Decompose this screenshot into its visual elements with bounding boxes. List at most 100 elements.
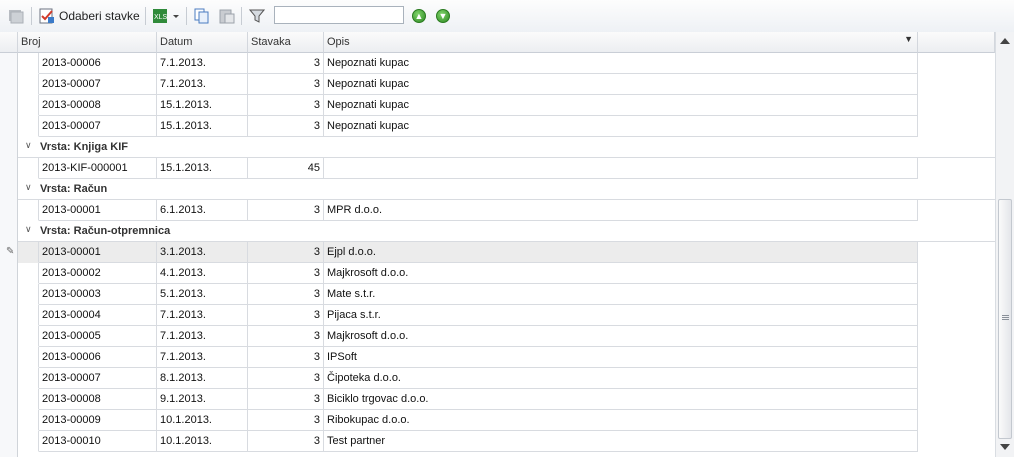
cell-broj[interactable]: 2013-00007 <box>39 74 157 95</box>
cell-opis[interactable]: IPSoft <box>324 347 918 368</box>
cell-stavaka[interactable]: 3 <box>248 368 324 389</box>
cell-datum[interactable]: 15.1.2013. <box>157 158 248 179</box>
cell-opis[interactable]: Biciklo trgovac d.o.o. <box>324 389 918 410</box>
dropdown-arrow-icon[interactable] <box>172 6 180 26</box>
cell-datum[interactable]: 7.1.2013. <box>157 74 248 95</box>
cell-datum[interactable]: 15.1.2013. <box>157 116 248 137</box>
cell-datum[interactable]: 7.1.2013. <box>157 347 248 368</box>
cell-datum[interactable]: 3.1.2013. <box>157 242 248 263</box>
cell-stavaka[interactable]: 3 <box>248 326 324 347</box>
column-header-datum[interactable]: Datum <box>157 32 248 53</box>
group-row[interactable]: ∨ Vrsta: Knjiga KIF <box>18 137 995 158</box>
cell-stavaka[interactable]: 3 <box>248 263 324 284</box>
cell-opis[interactable]: Mate s.t.r. <box>324 284 918 305</box>
cell-stavaka[interactable]: 3 <box>248 74 324 95</box>
cell-broj[interactable]: 2013-00007 <box>39 368 157 389</box>
collapse-chevron-icon[interactable]: ∨ <box>25 182 32 193</box>
move-down-icon[interactable]: ▼ <box>436 9 450 23</box>
cell-datum[interactable]: 7.1.2013. <box>157 53 248 74</box>
cell-stavaka[interactable]: 3 <box>248 410 324 431</box>
cell-datum[interactable]: 15.1.2013. <box>157 95 248 116</box>
group-row[interactable]: ∨ Vrsta: Račun <box>18 179 995 200</box>
cell-stavaka[interactable]: 3 <box>248 242 324 263</box>
cell-opis[interactable]: MPR d.o.o. <box>324 200 918 221</box>
table-row[interactable]: 2013-00008 15.1.2013. 3 Nepoznati kupac <box>0 95 918 116</box>
cell-broj[interactable]: 2013-00008 <box>39 95 157 116</box>
cell-stavaka[interactable]: 3 <box>248 95 324 116</box>
cell-broj[interactable]: 2013-00001 <box>39 242 157 263</box>
cell-opis[interactable]: Nepoznati kupac <box>324 74 918 95</box>
cell-opis[interactable]: Majkrosoft d.o.o. <box>324 326 918 347</box>
cell-opis[interactable]: Ribokupac d.o.o. <box>324 410 918 431</box>
cell-stavaka[interactable]: 3 <box>248 347 324 368</box>
collapse-chevron-icon[interactable]: ∨ <box>25 140 32 151</box>
table-row[interactable]: 2013-00007 15.1.2013. 3 Nepoznati kupac <box>0 116 918 137</box>
select-items-button[interactable]: Odaberi stavke <box>39 6 140 26</box>
cell-opis[interactable]: Čipoteka d.o.o. <box>324 368 918 389</box>
cell-broj[interactable]: 2013-00008 <box>39 389 157 410</box>
table-row[interactable]: 2013-00001 3.1.2013. 3 Ejpl d.o.o. <box>0 242 918 263</box>
cell-datum[interactable]: 9.1.2013. <box>157 389 248 410</box>
cell-broj[interactable]: 2013-00009 <box>39 410 157 431</box>
cell-datum[interactable]: 10.1.2013. <box>157 431 248 452</box>
scroll-up-icon[interactable] <box>1000 38 1010 44</box>
cell-opis[interactable]: Nepoznati kupac <box>324 95 918 116</box>
paste-icon[interactable] <box>219 6 235 26</box>
table-row[interactable]: 2013-00004 7.1.2013. 3 Pijaca s.t.r. <box>0 305 918 326</box>
scroll-down-icon[interactable] <box>1000 444 1010 450</box>
cell-stavaka[interactable]: 3 <box>248 200 324 221</box>
table-row[interactable]: 2013-00001 6.1.2013. 3 MPR d.o.o. <box>0 200 918 221</box>
cell-opis[interactable]: Majkrosoft d.o.o. <box>324 263 918 284</box>
cell-broj[interactable]: 2013-00004 <box>39 305 157 326</box>
group-row[interactable]: ∨ Vrsta: Račun-otpremnica <box>18 221 995 242</box>
cell-broj[interactable]: 2013-00006 <box>39 53 157 74</box>
cell-opis[interactable]: Pijaca s.t.r. <box>324 305 918 326</box>
table-row[interactable]: 2013-00010 10.1.2013. 3 Test partner <box>0 431 918 452</box>
row-indicator[interactable] <box>0 179 18 200</box>
column-header-broj[interactable]: Broj <box>18 32 157 53</box>
table-row[interactable]: 2013-00006 7.1.2013. 3 Nepoznati kupac <box>0 53 918 74</box>
cell-broj[interactable]: 2013-KIF-000001 <box>39 158 157 179</box>
column-header-opis[interactable]: Opis ▼ <box>324 32 918 53</box>
cell-broj[interactable]: 2013-00003 <box>39 284 157 305</box>
table-row[interactable]: 2013-00008 9.1.2013. 3 Biciklo trgovac d.o.… <box>0 389 918 410</box>
cell-broj[interactable]: 2013-00007 <box>39 116 157 137</box>
cell-stavaka[interactable]: 3 <box>248 389 324 410</box>
cell-broj[interactable]: 2013-00005 <box>39 326 157 347</box>
row-indicator[interactable] <box>0 137 18 158</box>
table-row[interactable]: 2013-00007 7.1.2013. 3 Nepoznati kupac <box>0 74 918 95</box>
cell-datum[interactable]: 5.1.2013. <box>157 284 248 305</box>
table-row[interactable]: 2013-KIF-000001 15.1.2013. 45 <box>0 158 918 179</box>
cell-broj[interactable]: 2013-00006 <box>39 347 157 368</box>
cell-stavaka[interactable]: 45 <box>248 158 324 179</box>
table-row[interactable]: 2013-00003 5.1.2013. 3 Mate s.t.r. <box>0 284 918 305</box>
cell-opis[interactable]: Nepoznati kupac <box>324 53 918 74</box>
row-indicator[interactable] <box>0 221 18 242</box>
table-row[interactable]: 2013-00002 4.1.2013. 3 Majkrosoft d.o.o. <box>0 263 918 284</box>
vertical-scrollbar[interactable] <box>995 32 1014 457</box>
cell-stavaka[interactable]: 3 <box>248 53 324 74</box>
table-row[interactable]: 2013-00007 8.1.2013. 3 Čipoteka d.o.o. <box>0 368 918 389</box>
filter-icon[interactable] <box>249 6 265 26</box>
cell-datum[interactable]: 7.1.2013. <box>157 305 248 326</box>
table-row[interactable]: 2013-00009 10.1.2013. 3 Ribokupac d.o.o. <box>0 410 918 431</box>
disabled-grid-icon[interactable] <box>8 6 24 26</box>
cell-opis[interactable]: Test partner <box>324 431 918 452</box>
cell-datum[interactable]: 10.1.2013. <box>157 410 248 431</box>
table-row[interactable]: 2013-00006 7.1.2013. 3 IPSoft <box>0 347 918 368</box>
cell-stavaka[interactable]: 3 <box>248 305 324 326</box>
cell-datum[interactable]: 4.1.2013. <box>157 263 248 284</box>
cell-opis[interactable]: Nepoznati kupac <box>324 116 918 137</box>
collapse-chevron-icon[interactable]: ∨ <box>25 224 32 235</box>
cell-broj[interactable]: 2013-00010 <box>39 431 157 452</box>
cell-stavaka[interactable]: 3 <box>248 431 324 452</box>
cell-stavaka[interactable]: 3 <box>248 116 324 137</box>
cell-opis[interactable] <box>324 158 918 179</box>
cell-opis[interactable]: Ejpl d.o.o. <box>324 242 918 263</box>
search-input[interactable] <box>274 6 404 24</box>
copy-icon[interactable] <box>194 6 210 26</box>
cell-datum[interactable]: 6.1.2013. <box>157 200 248 221</box>
column-header-stavaka[interactable]: Stavaka <box>248 32 324 53</box>
table-row[interactable]: 2013-00005 7.1.2013. 3 Majkrosoft d.o.o. <box>0 326 918 347</box>
cell-datum[interactable]: 8.1.2013. <box>157 368 248 389</box>
